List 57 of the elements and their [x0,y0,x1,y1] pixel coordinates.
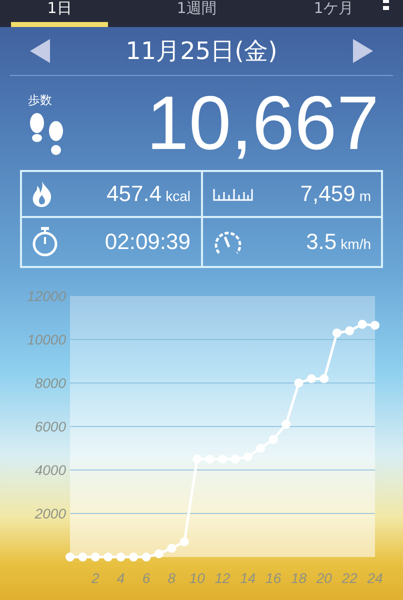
tab[interactable]: 1ケ月 [285,1,382,27]
ruler-icon [212,187,252,201]
data-point [78,552,88,562]
stat-value: 02:09:39 [104,229,190,255]
x-tick-label: 10 [189,570,205,586]
data-point [358,320,367,329]
footprints-icon [28,112,66,156]
data-point [142,552,151,562]
step-count: 10,667 [146,86,379,162]
data-point [345,326,354,336]
stopwatch-icon [32,227,58,257]
data-point [116,552,126,562]
y-tick-label: 6000 [34,418,66,434]
data-point [167,544,176,553]
x-tick-label: 18 [290,570,307,586]
stat-value: 457.4 kcal [106,181,190,207]
next-arrow-icon[interactable] [353,39,373,63]
data-point [66,552,74,562]
flame-icon [32,181,52,207]
data-point [282,420,291,429]
tab[interactable]: 1日 [11,1,108,27]
date-title: 11月25日(金) [126,36,278,67]
menu-icon[interactable] [383,0,389,13]
data-point [370,320,380,330]
y-tick-label: 10000 [27,332,66,348]
data-point [294,378,304,388]
data-point [90,552,100,562]
y-tick-label: 2000 [34,506,66,522]
data-point [154,549,164,558]
steps-label: 歩数 [28,92,53,108]
data-point [320,374,329,384]
data-point [306,374,316,384]
x-tick-label: 4 [116,570,125,586]
stat-value: 7,459 m [300,181,371,207]
data-point [256,444,266,453]
speedometer-icon [212,229,242,255]
x-tick-label: 24 [367,570,383,586]
x-tick-label: 14 [240,570,256,586]
tab[interactable]: 1週間 [148,1,245,27]
data-point [104,552,113,562]
y-tick-label: 12000 [27,288,66,304]
x-tick-label: 22 [342,570,358,586]
previous-arrow-icon[interactable] [30,39,50,63]
x-tick-label: 20 [316,570,332,586]
data-point [332,328,342,338]
x-tick-label: 6 [142,570,150,586]
data-point [268,435,278,444]
data-point [243,452,252,462]
stat-value: 3.5 km/h [306,229,371,255]
x-tick-label: 8 [168,570,176,586]
y-tick-label: 8000 [34,375,66,391]
data-point [129,552,138,562]
data-point [180,537,189,546]
y-tick-label: 4000 [34,462,66,478]
x-tick-label: 16 [266,570,282,586]
x-tick-label: 12 [214,570,230,586]
x-tick-label: 2 [92,570,100,586]
